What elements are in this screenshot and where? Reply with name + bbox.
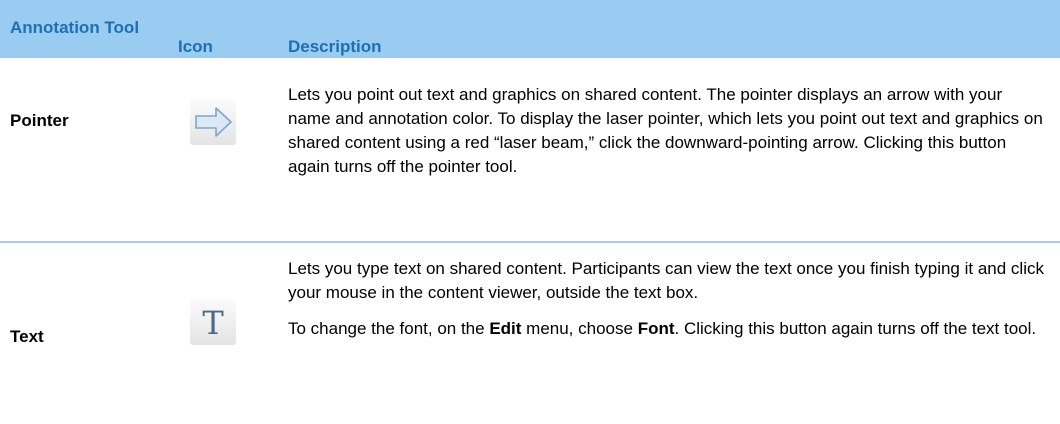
desc-p2-part-e: . Clicking this button again turns off t… xyxy=(674,319,1037,338)
description-text-paragraph-1: Lets you type text on shared content. Pa… xyxy=(288,259,1044,302)
header-description: Description xyxy=(288,37,382,56)
svg-text:T: T xyxy=(202,304,224,342)
desc-p2-part-c: menu, choose xyxy=(521,319,638,338)
table-header: Annotation Tool Icon Description xyxy=(0,0,1060,58)
text-t-icon: T xyxy=(190,299,236,345)
description-text-paragraph-2: To change the font, on the Edit menu, ch… xyxy=(288,317,1048,341)
tool-name-pointer: Pointer xyxy=(10,111,69,130)
row-divider xyxy=(0,241,1060,243)
header-icon: Icon xyxy=(178,37,213,56)
description-text: Lets you type text on shared content. Pa… xyxy=(288,257,1048,341)
right-arrow-icon xyxy=(190,99,236,145)
tool-name-text: Text xyxy=(10,327,44,346)
desc-p2-part-a: To change the font, on the xyxy=(288,319,490,338)
edit-menu-name: Edit xyxy=(489,319,522,338)
description-pointer: Lets you point out text and graphics on … xyxy=(288,83,1048,179)
description-pointer-text: Lets you point out text and graphics on … xyxy=(288,85,1043,176)
header-annotation-tool: Annotation Tool xyxy=(10,18,140,37)
font-command-name: Font xyxy=(637,319,675,338)
